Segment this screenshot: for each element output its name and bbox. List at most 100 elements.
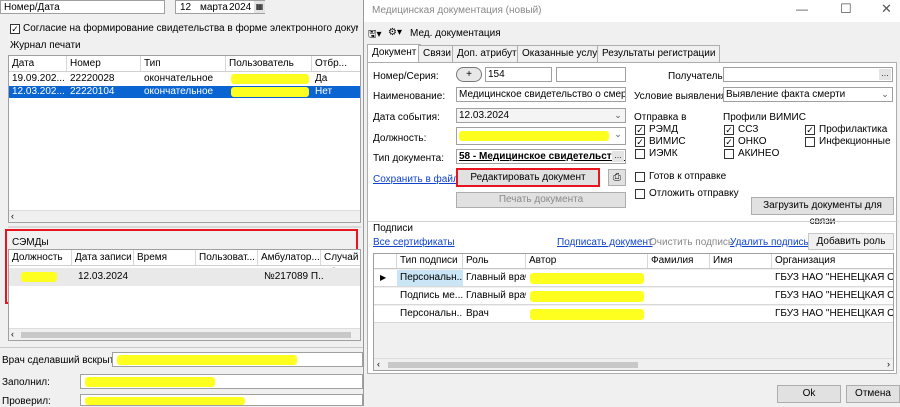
sign-col-org[interactable]: Организация [772, 254, 893, 268]
event-date-value: 12.03.2024 [459, 110, 510, 121]
postpone-send-checkbox[interactable] [635, 189, 645, 199]
sign-col-role[interactable]: Роль [463, 254, 526, 268]
profile-ssz-checkbox[interactable]: ✓ [724, 125, 734, 135]
doc-type-field[interactable]: 58 - Медицинское свидетельство о … [456, 149, 626, 164]
table-row-selected[interactable]: 12.03.202... 22220104 окончательное Нет [9, 86, 360, 98]
scroll-thumb[interactable] [388, 362, 638, 368]
calendar-icon[interactable]: ▦ [254, 1, 265, 13]
journal-col-type[interactable]: Тип [141, 56, 226, 71]
table-row[interactable]: Персональн... Врач ГБУЗ НАО "НЕНЕЦКАЯ ОК… [374, 306, 893, 323]
sign-col-name[interactable]: Имя [710, 254, 772, 268]
cancel-button[interactable]: Отмена [846, 385, 900, 403]
series-input[interactable] [556, 67, 626, 82]
journal-col-user[interactable]: Пользователь [226, 56, 312, 71]
condition-select[interactable]: Выявление факта смерти ⌄ [723, 87, 893, 102]
minimize-icon[interactable]: — [796, 2, 808, 16]
number-input[interactable]: 154 [485, 67, 552, 82]
journal-title: Журнал печати [10, 40, 81, 51]
save-icon[interactable]: 🖫▾ [368, 27, 382, 44]
table-row[interactable]: Подпись ме... Главный врач ГБУЗ НАО "НЕН… [374, 288, 893, 305]
journal-col-date[interactable]: Дата [9, 56, 67, 71]
sign-document-link[interactable]: Подписать документ [557, 237, 653, 248]
doctor-label: Врач сделавший вскрытие: [2, 355, 129, 366]
ellipsis-icon[interactable]: … [879, 69, 891, 80]
scroll-thumb[interactable] [21, 332, 351, 338]
sign-col-surname[interactable]: Фамилия [648, 254, 710, 268]
doctor-field[interactable] [112, 352, 363, 367]
send-iemk-checkbox[interactable] [635, 149, 645, 159]
splitter[interactable] [8, 226, 361, 228]
add-number-button[interactable]: + [456, 67, 482, 82]
sign-row-type: Персональн... [400, 308, 463, 319]
name-input[interactable]: Медицинское свидетельство о смерти (CD [456, 87, 626, 102]
journal-hscrollbar[interactable]: ‹ [9, 210, 360, 222]
checked-label: Проверил: [2, 396, 51, 407]
signatures-hscrollbar[interactable]: ‹ › [374, 358, 893, 370]
number-date-field[interactable]: Номер/Дата [0, 0, 165, 14]
semd-col-ambul[interactable]: Амбулатор... [258, 250, 321, 265]
add-role-button[interactable]: Добавить роль [808, 233, 894, 250]
tab-document[interactable]: Документ [367, 44, 422, 63]
settings-icon[interactable]: ⚙▾ [388, 27, 402, 38]
scroll-left-icon[interactable]: ‹ [377, 359, 380, 370]
sign-col-indicator [374, 254, 397, 268]
edit-document-button[interactable]: Редактировать документ [456, 168, 600, 187]
toolbar-label[interactable]: Мед. документация [410, 28, 501, 39]
consent-checkbox[interactable]: ✓ [10, 24, 20, 34]
event-date-input[interactable]: 12.03.2024 ⌄ [456, 108, 626, 123]
semd-col-date[interactable]: Дата записи [72, 250, 134, 265]
scroll-left-icon[interactable]: ‹ [11, 329, 14, 340]
position-label: Должность: [373, 133, 427, 144]
profile-akineo-checkbox[interactable] [724, 149, 734, 159]
ok-button[interactable]: Ok [777, 385, 841, 403]
date-picker[interactable]: 12 марта 2024 г. ▦ [175, 0, 265, 14]
journal-col-number[interactable]: Номер [67, 56, 141, 71]
row-type: окончательное [144, 73, 214, 84]
ellipsis-icon[interactable]: … [612, 151, 624, 162]
load-documents-button[interactable]: Загрузить документы для связи [751, 197, 894, 227]
semd-col-position[interactable]: Должность [9, 250, 72, 265]
semd-col-case[interactable]: Случай об [321, 250, 362, 278]
semd-hscrollbar[interactable]: ‹ [9, 328, 360, 340]
clear-signature-label[interactable]: Очистить подпись [649, 237, 733, 248]
all-certificates-link[interactable]: Все сертификаты [373, 237, 455, 248]
tab-links[interactable]: Связи [418, 45, 457, 62]
pdf-icon[interactable]: ⎙ [608, 169, 626, 186]
print-document-button[interactable]: Печать документа [456, 192, 626, 208]
scroll-right-icon[interactable]: › [887, 359, 890, 370]
delete-signature-link[interactable]: Удалить подпись [730, 237, 809, 248]
filled-field[interactable] [80, 374, 363, 389]
chevron-down-icon[interactable]: ⌄ [613, 129, 623, 140]
profile-onko-checkbox[interactable]: ✓ [724, 137, 734, 147]
sign-col-type[interactable]: Тип подписи [397, 254, 463, 268]
ready-to-send-checkbox[interactable] [635, 172, 645, 182]
send-vimis-label: ВИМИС [649, 136, 686, 147]
close-icon[interactable]: ✕ [881, 1, 892, 17]
table-row[interactable]: ▶ Персональн... Главный врач ГБУЗ НАО "Н… [374, 270, 893, 287]
maximize-icon[interactable]: ☐ [840, 1, 852, 17]
send-vimis-checkbox[interactable]: ✓ [635, 137, 645, 147]
semd-row-ambul: №217089 П... [264, 271, 323, 282]
position-field[interactable]: ⌄ [456, 127, 626, 145]
filled-label: Заполнил: [2, 377, 50, 388]
semd-col-user[interactable]: Пользоват... [196, 250, 258, 265]
tab-registration-results[interactable]: Результаты регистрации [597, 45, 721, 62]
recipient-field[interactable]: … [723, 67, 893, 82]
semd-table: Должность Дата записи Время запи... Поль… [8, 249, 361, 341]
table-row[interactable]: 19.09.202... 22220028 окончательное Да [9, 73, 360, 85]
sign-col-author[interactable]: Автор [526, 254, 648, 268]
chevron-down-icon[interactable]: ⌄ [613, 110, 623, 121]
save-to-file-link[interactable]: Сохранить в файл [373, 174, 459, 185]
send-remd-checkbox[interactable]: ✓ [635, 125, 645, 135]
profile-prevention-checkbox[interactable]: ✓ [805, 125, 815, 135]
chevron-down-icon[interactable]: ⌄ [880, 89, 890, 100]
profile-infectious-checkbox[interactable] [805, 137, 815, 147]
condition-value: Выявление факта смерти [726, 89, 846, 100]
semd-col-time[interactable]: Время запи... [134, 250, 196, 278]
sign-row-type: Подпись ме... [400, 290, 463, 301]
table-row[interactable]: 12.03.2024 №217089 П... [9, 268, 360, 286]
semd-row-date: 12.03.2024 [78, 271, 129, 282]
scroll-left-icon[interactable]: ‹ [11, 211, 14, 222]
journal-col-flag[interactable]: Отбр... [312, 56, 362, 71]
checked-field[interactable] [80, 394, 363, 406]
